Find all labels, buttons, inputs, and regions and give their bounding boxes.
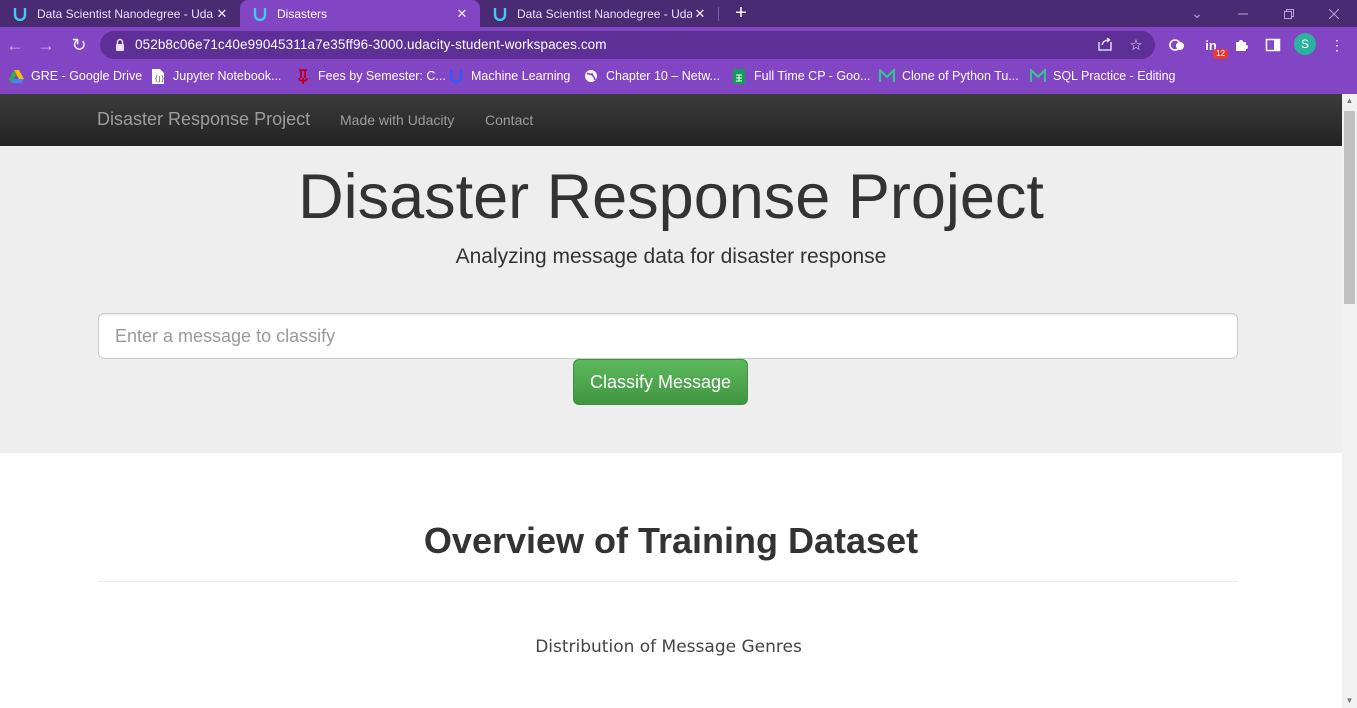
jumbotron: Disaster Response Project Analyzing mess… [0,146,1342,453]
google-drive-icon [8,68,24,84]
navbar-brand[interactable]: Disaster Response Project [97,109,310,130]
university-icon [295,68,311,84]
new-tab-button[interactable]: + [730,0,752,27]
menu-dots-icon[interactable]: ⋮ [1325,33,1349,57]
classify-message-button[interactable]: Classify Message [573,359,748,405]
bookmark-item[interactable]: Full Time CP - Goo... [731,63,870,89]
bookmark-label: SQL Practice - Editing [1053,69,1176,83]
bookmark-label: Full Time CP - Goo... [754,69,871,83]
scroll-down-icon[interactable]: ▼ [1342,694,1357,708]
share-icon[interactable] [1095,36,1115,56]
browser-toolbar: ← → ↻ 052b8c06e71c40e99045311a7e35ff96-3… [0,27,1357,63]
browser-tab-active[interactable]: Disasters ✕ [240,0,480,27]
notification-badge: 12 [1213,49,1228,59]
nav-link-contact[interactable]: Contact [485,112,533,128]
bookmark-label: Jupyter Notebook... [173,69,282,83]
minimize-icon[interactable] [1220,0,1266,27]
star-icon[interactable]: ☆ [1126,36,1146,56]
udacity-icon [12,6,28,22]
address-bar[interactable]: 052b8c06e71c40e99045311a7e35ff96-3000.ud… [100,31,1155,59]
bookmark-item[interactable]: GRE - Google Drive [8,63,142,89]
globe-icon [583,68,599,84]
tab-title: Data Scientist Nanodegree - Uda [517,6,692,21]
tab-search-icon[interactable]: ⌄ [1174,0,1220,27]
close-icon[interactable]: ✕ [454,6,470,22]
close-icon[interactable]: ✕ [214,6,230,22]
bookmark-item[interactable]: Fees by Semester: C... [295,63,446,89]
tab-strip: Data Scientist Nanodegree - Uda ✕ Disast… [0,0,1357,27]
plot-title: Distribution of Message Genres [535,637,802,657]
udacity-icon [252,6,268,22]
overview-heading: Overview of Training Dataset [423,520,919,561]
forward-arrow-icon[interactable]: → [34,33,58,57]
linkedin-extension-icon[interactable]: in 12 [1199,33,1228,59]
bookmark-label: Fees by Semester: C... [318,69,446,83]
bookmark-m-icon [1030,68,1046,84]
google-sheets-icon [731,68,747,84]
window-close-icon[interactable] [1311,0,1357,27]
divider [98,581,1238,582]
back-arrow-icon[interactable]: ← [3,33,27,57]
tab-title: Data Scientist Nanodegree - Uda [37,6,214,21]
bookmark-label: Machine Learning [471,69,571,83]
bookmark-label: Clone of Python Tu... [902,69,1019,83]
lock-icon [113,38,127,52]
extension-icon[interactable] [1165,33,1189,57]
restore-icon[interactable] [1266,0,1312,27]
site-navbar: Disaster Response Project Made with Udac… [0,94,1342,146]
page-scrollbar[interactable]: ▲ ▼ [1342,94,1357,708]
browser-tab[interactable]: Data Scientist Nanodegree - Uda ✕ [480,0,718,27]
bookmark-m-icon [879,68,895,84]
bookmark-label: GRE - Google Drive [31,69,143,83]
close-icon[interactable]: ✕ [692,6,708,22]
udacity-icon [492,6,508,22]
bookmark-item[interactable]: Chapter 10 – Netw... [583,63,720,89]
scroll-up-icon[interactable]: ▲ [1342,94,1357,108]
jupyter-icon: {J} [150,68,166,84]
page-title: Disaster Response Project [298,162,1044,232]
page-subtitle: Analyzing message data for disaster resp… [455,245,887,268]
side-panel-icon[interactable] [1261,33,1285,57]
scrollbar-thumb[interactable] [1344,111,1355,304]
tab-divider [718,7,719,21]
browser-tab[interactable]: Data Scientist Nanodegree - Uda ✕ [0,0,240,27]
udacity-icon [448,68,464,84]
profile-avatar[interactable]: S [1294,33,1316,55]
tab-title: Disasters [277,6,328,21]
bookmark-label: Chapter 10 – Netw... [606,69,720,83]
bookmarks-bar: GRE - Google Drive {J} Jupyter Notebook.… [0,63,1357,94]
reload-icon[interactable]: ↻ [67,33,91,57]
nav-link-made-with-udacity[interactable]: Made with Udacity [340,112,454,128]
puzzle-icon[interactable] [1229,33,1253,57]
bookmark-item[interactable]: Machine Learning [448,63,570,89]
svg-text:{J}: {J} [154,75,165,83]
bookmark-item[interactable]: Clone of Python Tu... [879,63,1019,89]
bookmark-item[interactable]: {J} Jupyter Notebook... [150,63,281,89]
message-input[interactable] [98,313,1238,359]
page-viewport: Disaster Response Project Made with Udac… [0,94,1357,708]
url-text: 052b8c06e71c40e99045311a7e35ff96-3000.ud… [135,37,607,52]
bookmark-item[interactable]: SQL Practice - Editing [1030,63,1176,89]
